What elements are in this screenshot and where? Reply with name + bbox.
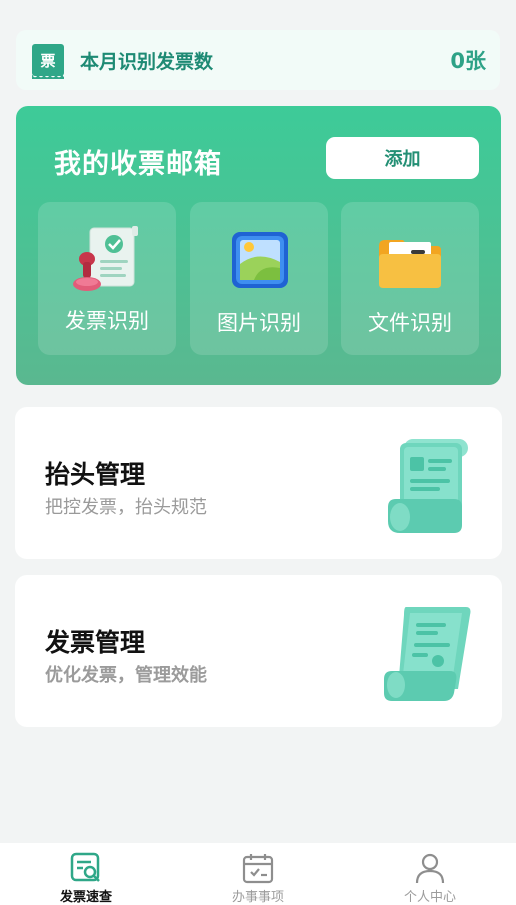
picture-icon	[232, 232, 288, 288]
card-invoice-management-subtitle: 优化发票，管理效能	[45, 665, 207, 686]
invoice-search-icon	[70, 852, 100, 882]
bottom-nav: 发票速查 办事事项 个人中心	[0, 843, 516, 905]
tile-picture-recognition-label: 图片识别	[217, 311, 301, 335]
mailbox-title: 我的收票邮箱	[54, 149, 222, 180]
card-invoice-management[interactable]: 发票管理 优化发票，管理效能	[15, 575, 502, 727]
card-title-management-subtitle: 把控发票，抬头规范	[45, 497, 207, 518]
nav-profile[interactable]: 个人中心	[344, 843, 516, 905]
card-title-management-title: 抬头管理	[45, 460, 146, 489]
card-invoice-management-title: 发票管理	[45, 628, 146, 657]
tile-file-recognition-label: 文件识别	[368, 311, 452, 335]
card-title-management[interactable]: 抬头管理 把控发票，抬头规范	[15, 407, 502, 559]
invoice-scroll-icon	[384, 607, 471, 701]
nav-profile-label: 个人中心	[403, 890, 456, 905]
tile-invoice-recognition-label: 发票识别	[65, 309, 149, 333]
tile-file-recognition[interactable]: 文件识别	[341, 202, 479, 355]
scroll-document-icon	[388, 439, 468, 533]
invoice-stamp-icon	[73, 226, 138, 291]
tile-invoice-recognition[interactable]: 发票识别	[38, 202, 176, 355]
ticket-icon-char: 票	[40, 51, 56, 70]
ticket-icon: 票	[32, 44, 64, 79]
calendar-check-icon	[242, 854, 274, 884]
tile-picture-recognition[interactable]: 图片识别	[190, 202, 328, 355]
nav-invoice-search[interactable]: 发票速查	[0, 843, 172, 905]
nav-tasks[interactable]: 办事事项	[172, 843, 344, 905]
monthly-invoice-count-bar: 票 本月识别发票数 0张	[16, 30, 500, 90]
nav-tasks-label: 办事事项	[231, 890, 284, 905]
add-mailbox-button[interactable]: 添加	[326, 137, 479, 179]
monthly-count-label: 本月识别发票数	[80, 50, 214, 73]
folder-icon	[379, 240, 441, 288]
person-icon	[415, 853, 445, 884]
invoice-mailbox-card: 我的收票邮箱 添加 发票识别 图片识别 文件识别	[16, 106, 501, 385]
monthly-count-value: 0张	[450, 49, 486, 73]
nav-invoice-search-label: 发票速查	[59, 890, 112, 905]
